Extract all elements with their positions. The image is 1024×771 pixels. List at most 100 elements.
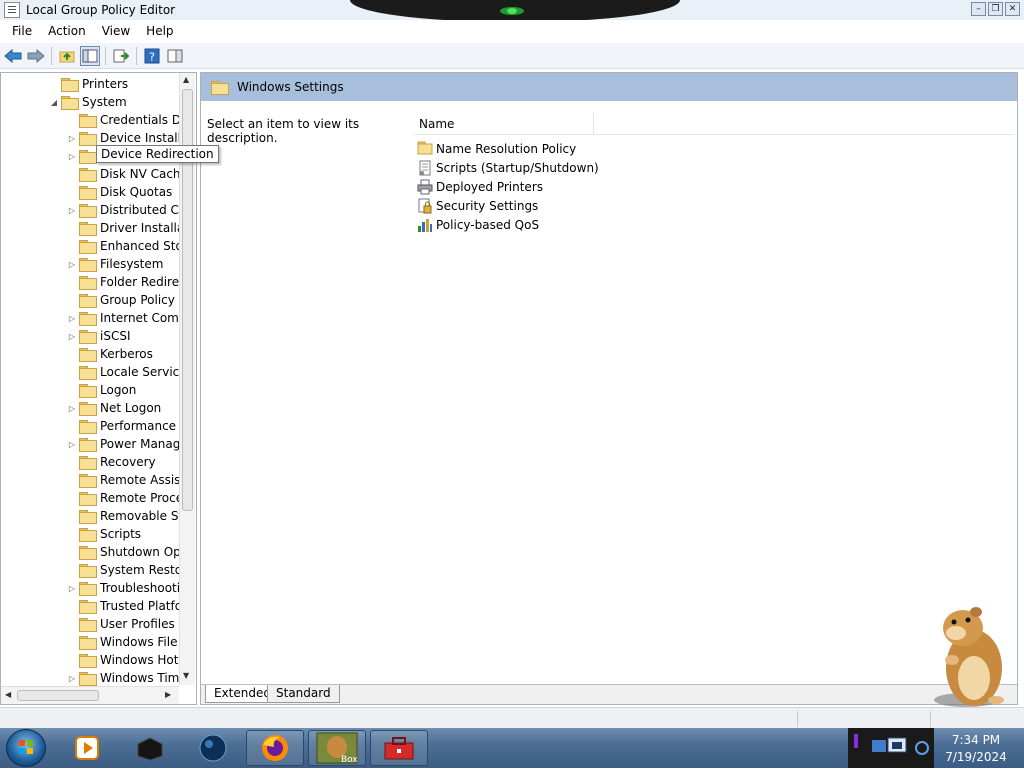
restore-button[interactable]: ❐ xyxy=(988,2,1003,16)
tree-item[interactable]: Logon xyxy=(67,381,136,399)
folder-icon xyxy=(79,582,97,596)
window-controls: – ❐ ✕ xyxy=(971,2,1020,16)
collapsed-arrow-icon[interactable]: ▷ xyxy=(67,331,77,341)
tree-item-label: Internet Comr xyxy=(100,311,184,325)
windows-logo-icon xyxy=(19,740,33,754)
close-button[interactable]: ✕ xyxy=(1005,2,1020,16)
tree-hscroll-thumb[interactable] xyxy=(17,690,99,701)
tree-item[interactable]: Locale Service xyxy=(67,363,187,381)
collapsed-arrow-icon[interactable]: ▷ xyxy=(67,403,77,413)
list-item[interactable]: Name Resolution Policy xyxy=(417,139,576,158)
menu-view[interactable]: View xyxy=(94,24,138,38)
menu-file[interactable]: File xyxy=(4,24,40,38)
collapsed-arrow-icon[interactable]: ▷ xyxy=(67,673,77,683)
expanded-arrow-icon[interactable]: ◢ xyxy=(49,97,59,107)
tree-item[interactable]: ▷ Windows Time xyxy=(67,669,187,687)
tree-item[interactable]: Performance C xyxy=(67,417,188,435)
taskbar-red-toolbox[interactable] xyxy=(370,730,428,766)
tree-item[interactable]: ▷ iSCSI xyxy=(67,327,131,345)
tree-item[interactable]: Driver Installat xyxy=(67,219,189,237)
tree-item[interactable]: System Restor xyxy=(67,561,187,579)
tree-vertical-scrollbar[interactable]: ▲ ▼ xyxy=(179,73,195,685)
show-hide-tree-icon xyxy=(82,49,98,62)
column-header-name[interactable]: Name xyxy=(414,113,594,135)
tree-item[interactable]: Group Policy xyxy=(67,291,175,309)
tree-item[interactable]: Disk NV Cache xyxy=(67,165,188,183)
tree-item[interactable]: Credentials De xyxy=(67,111,188,129)
show-hide-tree-button[interactable] xyxy=(80,45,100,66)
list-item[interactable]: Policy-based QoS xyxy=(417,215,539,234)
tree-item[interactable]: User Profiles xyxy=(67,615,175,633)
tree-item[interactable]: ▷ Distributed CC xyxy=(67,201,187,219)
help-button[interactable]: ? xyxy=(142,46,162,66)
list-item[interactable]: Scripts (Startup/Shutdown) xyxy=(417,158,599,177)
taskbar-dark-orb-app[interactable] xyxy=(184,730,242,766)
up-one-level-button[interactable] xyxy=(57,46,77,66)
back-button[interactable] xyxy=(3,46,23,66)
console-tree[interactable]: Printers ◢ System Credentials De ▷ Device Ins… xyxy=(0,72,197,705)
start-button[interactable] xyxy=(6,729,46,767)
tree-item[interactable]: ▷ Power Manage xyxy=(67,435,188,453)
menu-action[interactable]: Action xyxy=(40,24,94,38)
tree-item[interactable]: Scripts xyxy=(67,525,141,543)
help-icon: ? xyxy=(144,48,160,63)
properties-pane-button[interactable] xyxy=(165,46,185,66)
tree-item[interactable]: ▷ Net Logon xyxy=(67,399,161,417)
tree-item[interactable]: Shutdown Opt xyxy=(67,543,186,561)
scroll-up-icon[interactable]: ▲ xyxy=(183,75,189,84)
tree-item[interactable]: Windows File I xyxy=(67,633,185,651)
list-item-label: Deployed Printers xyxy=(436,179,544,194)
forward-arrow-icon xyxy=(27,48,45,63)
tree-item[interactable]: Remote Assist xyxy=(67,471,185,489)
media-player-icon xyxy=(75,736,99,760)
tab-standard[interactable]: Standard xyxy=(267,685,340,703)
tree-item[interactable]: Kerberos xyxy=(67,345,153,363)
taskbar-box-game[interactable]: Box xyxy=(308,730,366,766)
tree-item[interactable]: Recovery xyxy=(67,453,156,471)
taskbar-clock[interactable]: 7:34 PM 7/19/2024 xyxy=(936,728,1016,768)
tree-item-label: Driver Installat xyxy=(100,221,189,235)
folder-icon xyxy=(79,330,97,344)
collapsed-arrow-icon[interactable]: ▷ xyxy=(67,151,77,161)
scroll-down-icon[interactable]: ▼ xyxy=(183,671,189,680)
tree-item[interactable]: Removable Stc xyxy=(67,507,190,525)
folder-icon xyxy=(79,168,97,182)
collapsed-arrow-icon[interactable]: ▷ xyxy=(67,439,77,449)
tree-item[interactable]: Printers xyxy=(49,75,128,93)
collapsed-arrow-icon[interactable]: ▷ xyxy=(67,205,77,215)
collapsed-arrow-icon[interactable]: ▷ xyxy=(67,583,77,593)
tree-item[interactable]: Enhanced Stor xyxy=(67,237,188,255)
tree-item[interactable]: ▷ Troubleshooti xyxy=(67,579,180,597)
tree-item-label: Disk Quotas xyxy=(100,185,173,199)
tree-item[interactable]: Disk Quotas xyxy=(67,183,172,201)
collapsed-arrow-icon[interactable]: ▷ xyxy=(67,259,77,269)
black-box-app-icon xyxy=(137,737,163,761)
scroll-right-icon[interactable]: ▶ xyxy=(165,690,171,699)
tree-item[interactable]: Folder Redirec xyxy=(67,273,186,291)
tree-horizontal-scrollbar[interactable]: ◀ ▶ xyxy=(1,686,179,704)
folder-icon xyxy=(79,510,97,524)
collapsed-arrow-icon[interactable]: ▷ xyxy=(67,133,77,143)
tree-item[interactable]: Trusted Platfo xyxy=(67,597,182,615)
scroll-left-icon[interactable]: ◀ xyxy=(5,690,11,699)
tree-item[interactable]: ▷ Filesystem xyxy=(67,255,163,273)
tree-item[interactable]: ▷ Internet Comr xyxy=(67,309,184,327)
menu-help[interactable]: Help xyxy=(138,24,181,38)
folder-icon xyxy=(79,654,97,668)
tree-item[interactable]: ◢ System xyxy=(49,93,127,111)
details-pane: Windows Settings Select an item to view … xyxy=(200,72,1018,705)
taskbar-media-player[interactable] xyxy=(58,730,116,766)
list-item[interactable]: Security Settings xyxy=(417,196,538,215)
export-list-button[interactable] xyxy=(111,46,131,66)
minimize-button[interactable]: – xyxy=(971,2,986,16)
tree-item[interactable]: Windows HotS xyxy=(67,651,186,669)
tree-item[interactable]: Remote Proce xyxy=(67,489,183,507)
taskbar-black-box-app[interactable] xyxy=(121,730,179,766)
forward-button[interactable] xyxy=(26,46,46,66)
collapsed-arrow-icon[interactable]: ▷ xyxy=(67,313,77,323)
taskbar-firefox[interactable] xyxy=(246,730,304,766)
list-item[interactable]: Deployed Printers xyxy=(417,177,543,196)
tree-item-label: Kerberos xyxy=(100,347,153,361)
